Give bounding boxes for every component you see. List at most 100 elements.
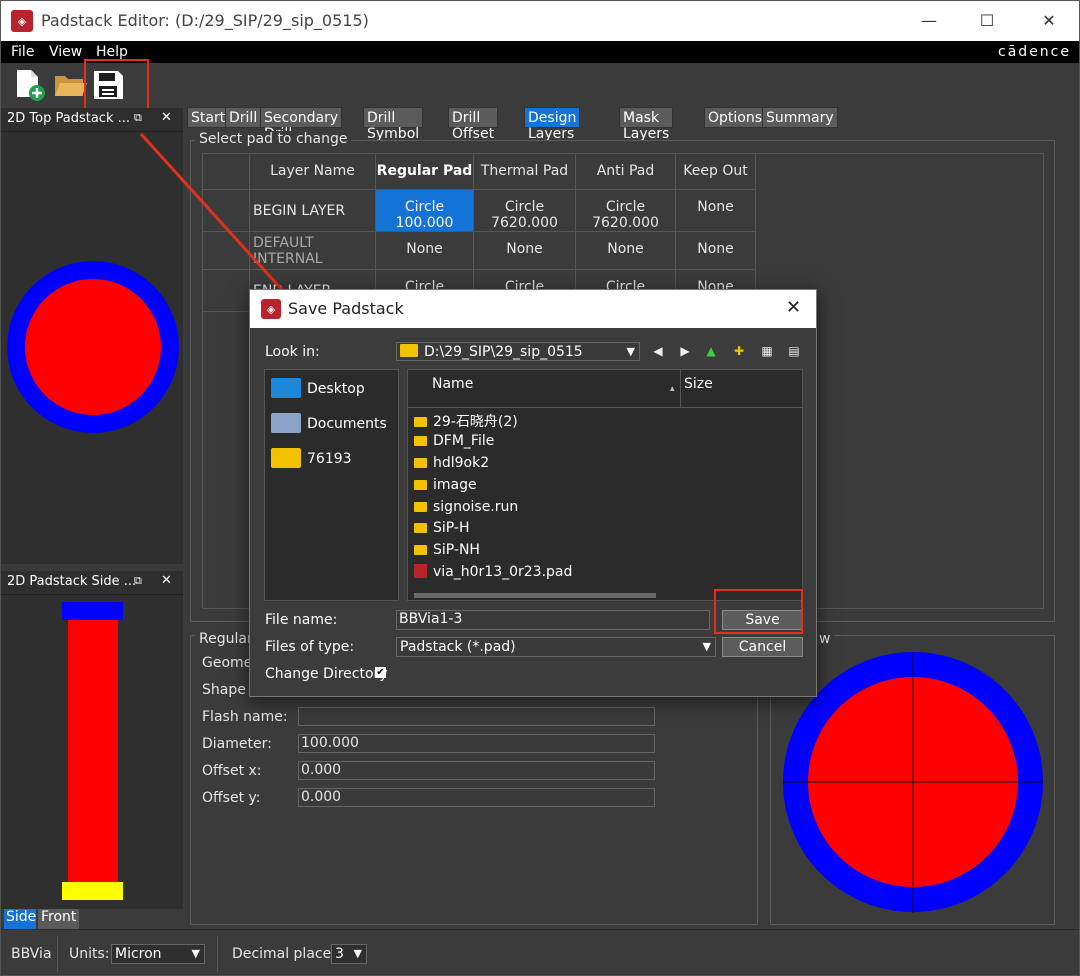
- menu-view[interactable]: View: [49, 44, 82, 60]
- scrollbar-thumb[interactable]: [414, 593, 656, 598]
- tab-drill-symbol[interactable]: Drill Symbol: [363, 107, 424, 142]
- layer-name-cell[interactable]: BEGIN LAYER: [249, 189, 376, 232]
- units-select[interactable]: Micron ▼: [111, 944, 205, 964]
- list-item[interactable]: via_h0r13_0r23.pad: [414, 564, 572, 584]
- thermal-pad-cell[interactable]: Circle 7620.000: [473, 189, 576, 232]
- keep-out-cell[interactable]: None: [675, 189, 756, 232]
- detail-view-icon[interactable]: ▤: [786, 343, 802, 359]
- tab-front[interactable]: Front: [38, 909, 79, 929]
- layer-name-cell[interactable]: DEFAULT INTERNAL: [249, 231, 376, 270]
- menu-help[interactable]: Help: [96, 44, 128, 60]
- regular-group-label: Regular: [195, 631, 257, 647]
- keep-out-cell[interactable]: None: [675, 231, 756, 270]
- offset-x-field[interactable]: 0.000: [298, 761, 655, 780]
- dialog-close-button[interactable]: ✕: [786, 297, 801, 318]
- list-item[interactable]: signoise.run: [414, 499, 518, 519]
- list-view-icon[interactable]: ▦: [759, 343, 775, 359]
- change-directory-checkbox[interactable]: ✔: [375, 667, 386, 678]
- anti-pad-cell[interactable]: None: [575, 231, 676, 270]
- file-type-label: Files of type:: [265, 639, 355, 655]
- diameter-field[interactable]: 100.000: [298, 734, 655, 753]
- flash-name-field[interactable]: [298, 707, 655, 726]
- row-number-cell: [202, 231, 250, 270]
- padstack-name: BBVia: [11, 946, 52, 962]
- tab-secondary-drill[interactable]: Secondary Drill: [260, 107, 343, 142]
- maximize-button[interactable]: ☐: [975, 9, 999, 33]
- float-icon[interactable]: ⧉: [134, 574, 142, 588]
- open-folder-icon[interactable]: [53, 68, 87, 102]
- file-name: via_h0r13_0r23.pad: [433, 564, 573, 580]
- column-size[interactable]: Size: [684, 376, 713, 392]
- list-item[interactable]: SiP-H: [414, 520, 470, 540]
- place-label: 76193: [307, 451, 352, 467]
- tab-summary[interactable]: Summary: [762, 107, 838, 128]
- desktop-icon: [271, 378, 301, 398]
- tab-mask-layers[interactable]: Mask Layers: [619, 107, 674, 142]
- offset-y-field[interactable]: 0.000: [298, 788, 655, 807]
- table-row[interactable]: BEGIN LAYER Circle 100.000 Circle 7620.0…: [202, 189, 756, 232]
- look-in-label: Look in:: [265, 344, 320, 360]
- documents-icon: [271, 413, 301, 433]
- dialog-title-bar: ◈ Save Padstack ✕: [250, 290, 816, 328]
- close-icon[interactable]: ✕: [161, 110, 172, 125]
- cancel-button[interactable]: Cancel: [722, 637, 803, 657]
- regular-pad-cell[interactable]: None: [375, 231, 474, 270]
- chevron-down-icon: ▼: [626, 345, 635, 358]
- menu-file[interactable]: File: [11, 44, 34, 60]
- tab-design-layers[interactable]: Design Layers: [524, 107, 581, 142]
- tab-drill-offset[interactable]: Drill Offset: [448, 107, 499, 142]
- side-panel-title-text: 2D Padstack Side ...: [7, 574, 137, 589]
- header-keep-out: Keep Out: [675, 153, 756, 190]
- dialog-title: Save Padstack: [288, 299, 404, 318]
- chevron-down-icon: ▼: [191, 947, 200, 960]
- list-item[interactable]: hdl9ok2: [414, 455, 489, 475]
- new-folder-icon[interactable]: ✚: [731, 343, 747, 359]
- tab-drill[interactable]: Drill: [225, 107, 262, 128]
- diameter-label: Diameter:: [202, 736, 272, 752]
- header-regular-pad: Regular Pad: [375, 153, 474, 190]
- decimal-places-label: Decimal places:: [232, 946, 344, 962]
- look-in-select[interactable]: D:\29_SIP\29_sip_0515 ▼: [396, 342, 640, 361]
- file-type-select[interactable]: Padstack (*.pad) ▼: [396, 637, 716, 657]
- flash-name-label: Flash name:: [202, 709, 288, 725]
- close-window-button[interactable]: ✕: [1037, 9, 1061, 33]
- column-divider: [680, 370, 681, 408]
- close-icon[interactable]: ✕: [161, 573, 172, 588]
- anti-pad-cell[interactable]: Circle 7620.000: [575, 189, 676, 232]
- list-item[interactable]: 29-石晓舟(2): [414, 411, 518, 431]
- float-icon[interactable]: ⧉: [134, 111, 142, 125]
- list-item[interactable]: DFM_File: [414, 433, 494, 453]
- forward-icon[interactable]: ▶: [677, 343, 693, 359]
- save-padstack-dialog: ◈ Save Padstack ✕ Look in: D:\29_SIP\29_…: [249, 289, 817, 697]
- units-value: Micron: [115, 946, 162, 962]
- title-bar: ◈ Padstack Editor: (D:/29_SIP/29_sip_051…: [1, 1, 1079, 41]
- file-list-header: Name ▴ Size: [408, 370, 802, 408]
- padstack-editor-window: ◈ Padstack Editor: (D:/29_SIP/29_sip_051…: [0, 0, 1080, 976]
- pad-preview-drawing: [783, 652, 1043, 913]
- file-name-input[interactable]: BBVia1-3: [396, 610, 710, 630]
- table-row[interactable]: DEFAULT INTERNAL None None None None: [202, 231, 756, 270]
- file-type-value: Padstack (*.pad): [400, 639, 516, 655]
- column-name[interactable]: Name: [432, 376, 473, 392]
- back-icon[interactable]: ◀: [650, 343, 666, 359]
- window-title: Padstack Editor: (D:/29_SIP/29_sip_0515): [41, 11, 369, 30]
- minimize-button[interactable]: —: [917, 9, 941, 33]
- offset-y-label: Offset y:: [202, 790, 261, 806]
- status-divider: [217, 936, 218, 972]
- new-file-icon[interactable]: [13, 68, 47, 102]
- decimal-places-select[interactable]: 3 ▼: [331, 944, 367, 964]
- list-item[interactable]: image: [414, 477, 477, 497]
- list-item[interactable]: SiP-NH: [414, 542, 480, 562]
- tab-side[interactable]: Side: [4, 909, 36, 929]
- folder-icon: [414, 436, 427, 446]
- tab-options[interactable]: Options: [704, 107, 767, 128]
- tab-start[interactable]: Start: [187, 107, 230, 128]
- folder-icon: [414, 523, 427, 533]
- select-pad-label: Select pad to change: [195, 131, 352, 147]
- thermal-pad-cell[interactable]: None: [473, 231, 576, 270]
- place-label: Desktop: [307, 381, 365, 397]
- regular-pad-cell[interactable]: Circle 100.000: [375, 189, 474, 232]
- file-name: 29-石晓舟(2): [433, 414, 518, 430]
- up-folder-icon[interactable]: ▲: [703, 343, 719, 359]
- side-padstack-panel-title: 2D Padstack Side ... ⧉ ✕: [1, 571, 183, 595]
